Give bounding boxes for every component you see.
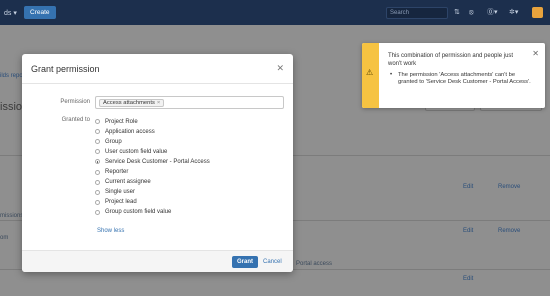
dashboards-menu[interactable]: ds ▾	[4, 9, 17, 17]
radio-button[interactable]	[95, 119, 100, 124]
radio-button[interactable]	[95, 149, 100, 155]
radio-button[interactable]	[95, 179, 100, 185]
search-icon[interactable]: ⇅	[454, 8, 460, 17]
warning-icon: ⚠	[366, 68, 374, 77]
page-title: issio	[0, 101, 23, 113]
edit-link: Edit	[463, 184, 474, 190]
radio-button[interactable]	[95, 169, 100, 175]
radio-option[interactable]: Application access	[95, 127, 155, 136]
row-label: missions	[0, 213, 24, 219]
remove-link: Remove	[498, 228, 521, 234]
radio-button[interactable]	[95, 189, 100, 195]
flag-message: The permission 'Access attachments' can'…	[398, 72, 531, 86]
radio-button[interactable]	[95, 129, 100, 135]
dialog-footer: Grant Cancel	[22, 250, 293, 272]
radio-option[interactable]: Service Desk Customer - Portal Access	[95, 157, 210, 166]
granted-to-label: Granted to	[61, 117, 90, 123]
close-icon[interactable]: ✕	[532, 49, 539, 58]
radio-option[interactable]: Group	[95, 137, 122, 146]
radio-label: Single user	[105, 189, 136, 196]
portal-access-text: Portal access	[296, 261, 333, 267]
radio-label: Group	[105, 138, 122, 145]
chip-remove-icon[interactable]: ×	[157, 100, 160, 106]
radio-button[interactable]	[95, 199, 100, 205]
gear-icon[interactable]: ✲▾	[509, 8, 518, 17]
radio-label: Reporter	[105, 169, 129, 175]
cancel-button[interactable]: Cancel	[263, 259, 282, 265]
radio-option[interactable]: Reporter	[95, 168, 128, 177]
edit-link: Edit	[463, 276, 474, 282]
permission-label: Permission	[60, 99, 90, 105]
dialog-title: Grant permission	[31, 64, 100, 74]
permission-select[interactable]: Access attachments ×	[95, 96, 284, 109]
edit-link: Edit	[463, 228, 474, 234]
close-icon[interactable]: ✕	[276, 63, 284, 74]
bullet-icon: •	[390, 72, 393, 78]
top-nav: ds ▾ Create Search ⇅ ⦻ ⓪▾ ✲▾	[0, 0, 550, 25]
show-less-link[interactable]: Show less	[97, 228, 124, 234]
radio-button[interactable]	[95, 159, 100, 165]
row-label: om	[0, 235, 9, 241]
dialog-header: Grant permission ✕	[22, 54, 293, 84]
radio-label: Project Role	[105, 118, 138, 125]
radio-option[interactable]: Single user	[95, 188, 135, 197]
remove-link: Remove	[498, 184, 521, 190]
radio-option[interactable]: Group custom field value	[95, 208, 171, 217]
search-input[interactable]: Search	[386, 7, 448, 19]
avatar[interactable]	[532, 7, 543, 18]
permission-chip-label: Access attachments	[103, 100, 155, 106]
create-button[interactable]: Create	[24, 6, 56, 19]
radio-label: User custom field value	[105, 148, 168, 155]
flag-title: This combination of permission and peopl…	[388, 53, 514, 67]
radio-label: Group custom field value	[105, 209, 172, 216]
bell-icon[interactable]: ⦻	[469, 8, 474, 17]
warning-flag: ⚠ This combination of permission and peo…	[362, 43, 545, 108]
radio-option[interactable]: Project lead	[95, 198, 137, 207]
grant-permission-dialog: Grant permission ✕ Permission Access att…	[22, 54, 293, 272]
radio-label: Service Desk Customer - Portal Access	[105, 158, 210, 165]
breadcrumb: ilds repo	[0, 73, 23, 79]
radio-button[interactable]	[95, 209, 100, 215]
grant-button[interactable]: Grant	[232, 256, 259, 268]
permission-chip[interactable]: Access attachments ×	[99, 99, 165, 107]
radio-option[interactable]: Current assignee	[95, 178, 151, 187]
radio-label: Project lead	[105, 199, 137, 206]
radio-label: Current assignee	[105, 179, 151, 186]
radio-option[interactable]: User custom field value	[95, 147, 167, 156]
radio-option[interactable]: Project Role	[95, 117, 138, 126]
radio-button[interactable]	[95, 139, 100, 145]
radio-label: Application access	[105, 128, 155, 135]
help-icon[interactable]: ⓪▾	[487, 8, 498, 17]
